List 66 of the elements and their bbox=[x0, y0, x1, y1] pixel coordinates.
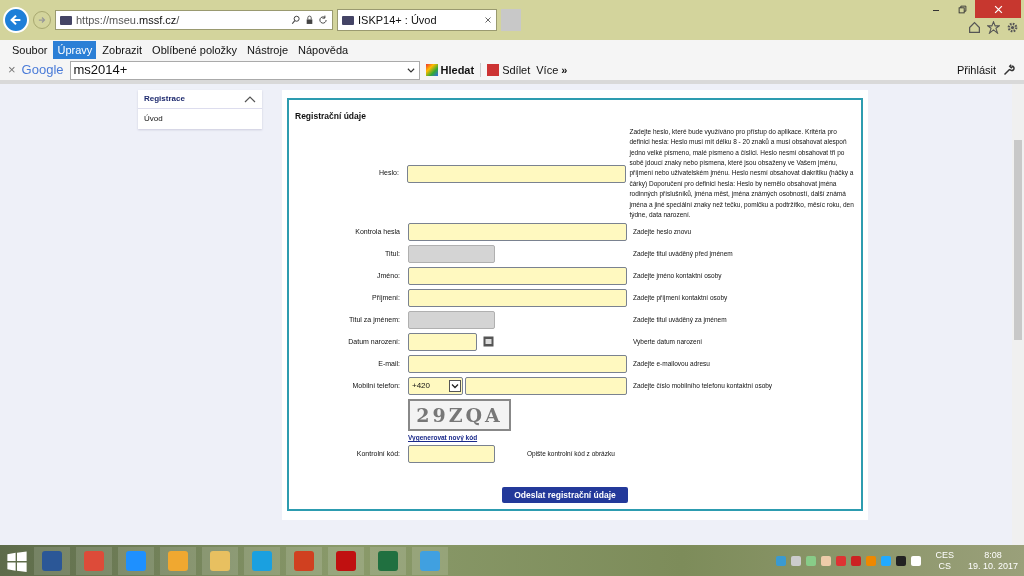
search-icon bbox=[291, 15, 301, 25]
close-toolbar-button[interactable]: × bbox=[8, 60, 16, 80]
site-icon bbox=[342, 15, 354, 25]
share-icon bbox=[487, 64, 500, 76]
settings-icon[interactable] bbox=[1006, 21, 1019, 34]
sidebar-item[interactable]: Úvod bbox=[138, 109, 262, 128]
taskbar-app-icon[interactable] bbox=[328, 546, 364, 575]
close-icon bbox=[484, 16, 492, 24]
menu-item[interactable]: Zobrazit bbox=[98, 41, 147, 59]
menu-item[interactable]: Nástroje bbox=[243, 41, 293, 59]
chevron-up-icon bbox=[244, 95, 256, 103]
home-icon[interactable] bbox=[968, 21, 981, 34]
share-button[interactable]: Sdílet bbox=[487, 61, 531, 79]
date-field[interactable] bbox=[408, 332, 477, 351]
star-icon[interactable] bbox=[987, 21, 1000, 34]
arrow-left-icon bbox=[9, 13, 23, 27]
windows-icon[interactable] bbox=[6, 549, 28, 572]
url-text: https://mseu.mssf.cz/ bbox=[76, 12, 180, 28]
address-bar[interactable]: https://mseu.mssf.cz/ bbox=[55, 10, 333, 30]
menu-item[interactable]: Úpravy bbox=[53, 41, 97, 59]
close-icon bbox=[993, 4, 1003, 14]
submit-button[interactable]: Odeslat registrační údaje bbox=[502, 487, 628, 504]
browser-tab[interactable]: ISKP14+ : Úvod bbox=[337, 9, 497, 31]
text-field[interactable] bbox=[406, 164, 626, 183]
phone-field[interactable] bbox=[465, 376, 627, 395]
tray-icon[interactable] bbox=[911, 555, 922, 566]
menu-item[interactable]: Oblíbené položky bbox=[148, 41, 242, 59]
scrollbar[interactable] bbox=[1012, 84, 1024, 545]
taskbar-app-icon[interactable] bbox=[370, 546, 406, 575]
text-field[interactable] bbox=[408, 222, 627, 241]
search-button[interactable]: Hledat bbox=[425, 61, 475, 79]
login-button[interactable]: Přihlásit bbox=[956, 61, 996, 79]
tray-icon[interactable] bbox=[896, 555, 907, 566]
text-field[interactable] bbox=[408, 288, 627, 307]
lock-icon bbox=[305, 15, 314, 25]
chevron-down-icon bbox=[405, 65, 416, 75]
menu-item[interactable]: Nápověda bbox=[294, 41, 353, 59]
chevron-down-icon bbox=[449, 379, 461, 392]
refresh-icon bbox=[318, 15, 328, 25]
more-button[interactable]: Více » bbox=[536, 61, 568, 79]
restore-icon bbox=[957, 4, 967, 14]
taskbar-app-icon[interactable] bbox=[160, 546, 196, 575]
text-field[interactable] bbox=[408, 354, 627, 373]
search-field[interactable]: ms2014+ bbox=[69, 60, 420, 80]
form-title: Registrační údaje bbox=[295, 110, 367, 123]
taskbar-app-icon[interactable] bbox=[244, 546, 280, 575]
taskbar-app-icon[interactable] bbox=[118, 546, 154, 575]
taskbar-app-icon[interactable] bbox=[202, 546, 238, 575]
site-icon bbox=[60, 15, 72, 25]
back-button[interactable] bbox=[3, 7, 29, 33]
taskbar-app-icon[interactable] bbox=[76, 546, 112, 575]
captcha-field[interactable] bbox=[408, 445, 495, 464]
taskbar-app-icon[interactable] bbox=[286, 546, 322, 575]
arrow-right-icon bbox=[37, 15, 47, 25]
text-field[interactable] bbox=[408, 266, 627, 285]
wrench-icon[interactable] bbox=[1002, 64, 1016, 76]
close-button[interactable] bbox=[975, 0, 1021, 18]
country-code-select[interactable]: +420 bbox=[408, 376, 463, 395]
colored-squares-icon bbox=[425, 64, 438, 76]
taskbar-app-icon[interactable] bbox=[34, 546, 70, 575]
taskbar-app-icon[interactable] bbox=[412, 546, 448, 575]
menu-item[interactable]: Soubor bbox=[8, 41, 52, 59]
sidebar-header[interactable]: Registrace bbox=[138, 90, 262, 109]
google-logo: Google bbox=[21, 61, 64, 80]
captcha-image: 29ZQA bbox=[408, 399, 511, 432]
calendar-icon[interactable] bbox=[483, 336, 494, 348]
